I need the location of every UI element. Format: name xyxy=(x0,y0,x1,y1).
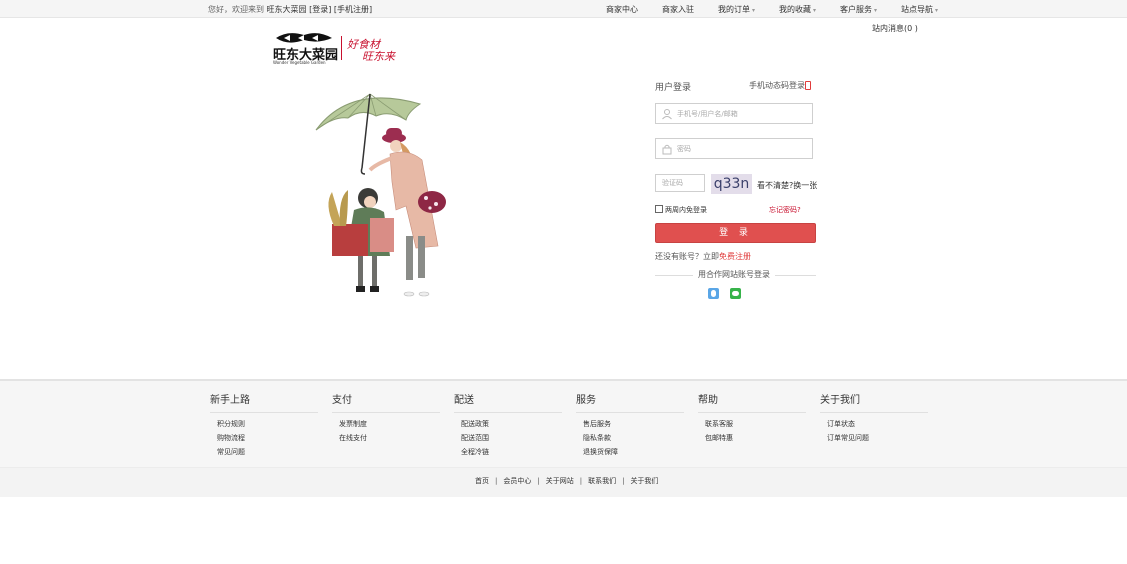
footer-link[interactable]: 售后服务 xyxy=(583,417,684,431)
login-form: 用户登录 手机动态码登录 q33n 看不清楚?换一张 两周内免登录 忘记密码? … xyxy=(655,78,817,308)
footer-link[interactable]: 配送政策 xyxy=(461,417,562,431)
phone-icon[interactable] xyxy=(805,81,811,90)
wechat-login-icon[interactable] xyxy=(730,288,741,299)
footer-link[interactable]: 积分规则 xyxy=(217,417,318,431)
footer-link[interactable]: 购物流程 xyxy=(217,431,318,445)
top-register-link[interactable]: [手机注册] xyxy=(334,5,372,14)
top-nav-customer-service[interactable]: 客户服务 ▾ xyxy=(840,4,877,15)
top-nav-my-favorites[interactable]: 我的收藏 ▾ xyxy=(779,4,816,15)
remember-login[interactable]: 两周内免登录 xyxy=(655,205,707,215)
captcha-field[interactable] xyxy=(655,174,705,192)
forgot-password-link[interactable]: 忘记密码? xyxy=(769,205,801,215)
footer-link[interactable]: 联系客服 xyxy=(705,417,806,431)
chevron-down-icon: ▾ xyxy=(874,7,878,14)
top-nav: 商家中心 商家入驻 我的订单 ▾ 我的收藏 ▾ 客户服务 ▾ 站点导航 ▾ xyxy=(606,4,962,15)
free-register-link[interactable]: 免费注册 xyxy=(719,252,751,261)
footer-link[interactable]: 隐私条款 xyxy=(583,431,684,445)
nav-label: 站点导航 xyxy=(901,5,934,14)
username-field[interactable] xyxy=(655,103,813,124)
nav-label: 商家中心 xyxy=(606,5,638,14)
footer-bottom-links: 首页 | 会员中心 | 关于网站 | 联系我们 | 关于我们 xyxy=(475,476,658,486)
footer-link[interactable]: 包邮特惠 xyxy=(705,431,806,445)
footer-link[interactable]: 在线支付 xyxy=(339,431,440,445)
remember-label: 两周内免登录 xyxy=(665,206,707,214)
remember-checkbox[interactable] xyxy=(655,205,663,213)
footer-link[interactable]: 常见问题 xyxy=(217,445,318,459)
brand-english: Wonder Vegetable Garden xyxy=(273,60,326,65)
footer-col-title: 帮助 xyxy=(698,391,806,413)
login-title: 用户登录 xyxy=(655,83,692,93)
separator: | xyxy=(495,477,498,485)
footer: 新手上路 积分规则 购物流程 常见问题 支付 发票制度 在线支付 配送 配送政策… xyxy=(0,379,1127,497)
password-input[interactable] xyxy=(675,141,809,156)
lock-icon xyxy=(662,144,672,155)
footer-col-title: 新手上路 xyxy=(210,391,318,413)
qq-login-icon[interactable] xyxy=(708,288,719,299)
footer-link[interactable]: 全程冷链 xyxy=(461,445,562,459)
top-login-link[interactable]: [登录] xyxy=(309,5,331,14)
footer-col-title: 支付 xyxy=(332,391,440,413)
no-account-text: 还没有账号？立即 xyxy=(655,252,719,261)
footer-contact-link[interactable]: 联系我们 xyxy=(588,477,616,485)
footer-col-title: 服务 xyxy=(576,391,684,413)
partner-login-label: 用合作网站账号登录 xyxy=(693,269,775,280)
footer-col-service: 服务 售后服务 隐私条款 退换货保障 xyxy=(576,391,684,459)
footer-link[interactable]: 订单状态 xyxy=(827,417,928,431)
umbrella-illustration xyxy=(315,93,446,297)
nav-label: 客户服务 xyxy=(840,5,873,14)
footer-link[interactable]: 发票制度 xyxy=(339,417,440,431)
footer-col-help: 帮助 联系客服 包邮特惠 xyxy=(698,391,806,445)
welcome-prefix: 您好，欢迎来到 xyxy=(208,5,264,14)
footer-col-delivery: 配送 配送政策 配送范围 全程冷链 xyxy=(454,391,562,459)
chevron-down-icon: ▾ xyxy=(813,7,817,14)
footer-member-center-link[interactable]: 会员中心 xyxy=(503,477,531,485)
site-messages-link[interactable]: 站内消息(0 ) xyxy=(872,23,918,34)
register-prompt: 还没有账号？立即免费注册 xyxy=(655,251,751,262)
site-logo[interactable]: 旺东大菜园 Wonder Vegetable Garden 好食材 旺东来 xyxy=(272,30,412,66)
user-icon xyxy=(662,109,672,120)
top-nav-my-orders[interactable]: 我的订单 ▾ xyxy=(718,4,755,15)
footer-col-title: 配送 xyxy=(454,391,562,413)
nav-label: 我的收藏 xyxy=(779,5,812,14)
footer-link[interactable]: 退换货保障 xyxy=(583,445,684,459)
chevron-down-icon: ▾ xyxy=(752,7,756,14)
footer-about-site-link[interactable]: 关于网站 xyxy=(546,477,574,485)
password-field[interactable] xyxy=(655,138,813,159)
sms-login-link[interactable]: 手机动态码登录 xyxy=(749,80,805,91)
slogan-line-2: 旺东来 xyxy=(362,50,395,63)
footer-col-newbie: 新手上路 积分规则 购物流程 常见问题 xyxy=(210,391,318,459)
nav-label: 商家入驻 xyxy=(662,5,694,14)
separator: | xyxy=(579,477,583,485)
footer-about-us-link[interactable]: 关于我们 xyxy=(630,477,658,485)
footer-link[interactable]: 订单常见问题 xyxy=(827,431,928,445)
captcha-image[interactable]: q33n xyxy=(711,174,752,194)
footer-bottom-bar: 首页 | 会员中心 | 关于网站 | 联系我们 | 关于我们 xyxy=(0,467,1127,497)
top-nav-merchant-join[interactable]: 商家入驻 xyxy=(662,4,694,15)
top-nav-site-navigation[interactable]: 站点导航 ▾ xyxy=(901,4,938,15)
nav-label: 我的订单 xyxy=(718,5,750,14)
username-input[interactable] xyxy=(675,106,809,121)
refresh-captcha-link[interactable]: 看不清楚?换一张 xyxy=(757,180,817,191)
captcha-input[interactable] xyxy=(660,176,702,190)
separator: | xyxy=(622,477,625,485)
top-bar: 您好，欢迎来到 旺东大菜园 [登录] [手机注册] 商家中心 商家入驻 我的订单… xyxy=(0,0,1127,18)
chevron-down-icon: ▾ xyxy=(935,7,939,14)
footer-link[interactable]: 配送范围 xyxy=(461,431,562,445)
welcome-text: 您好，欢迎来到 旺东大菜园 [登录] [手机注册] xyxy=(208,4,372,15)
footer-home-link[interactable]: 首页 xyxy=(475,477,489,485)
top-nav-merchant-center[interactable]: 商家中心 xyxy=(606,4,638,15)
login-button[interactable]: 登 录 xyxy=(655,223,816,243)
footer-col-payment: 支付 发票制度 在线支付 xyxy=(332,391,440,445)
separator: | xyxy=(537,477,540,485)
logo-divider xyxy=(341,36,342,60)
footer-col-title: 关于我们 xyxy=(820,391,928,413)
footer-col-about: 关于我们 订单状态 订单常见问题 xyxy=(820,391,928,445)
site-name: 旺东大菜园 xyxy=(266,5,307,14)
